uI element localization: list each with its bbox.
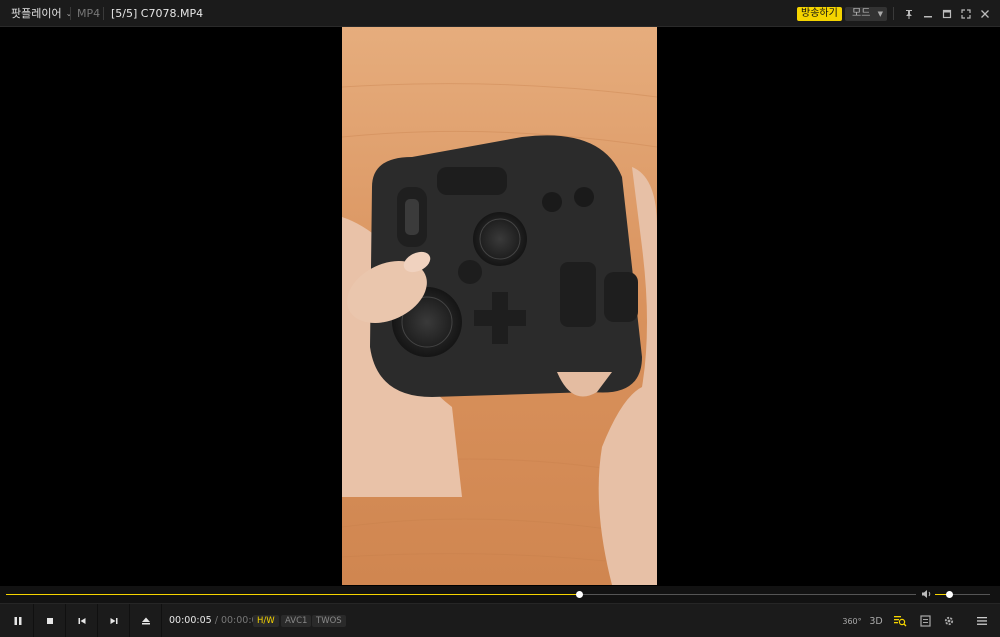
pin-icon[interactable] (900, 4, 918, 24)
time-separator: / (214, 615, 218, 626)
divider (70, 7, 71, 20)
document-icon (919, 615, 931, 627)
title-bar: 팟플레이어 ⌄ MP4 [5/5] C7078.MP4 방송하기 모드 ▼ (0, 0, 1000, 27)
video-frame (342, 27, 657, 585)
chapter-button[interactable] (916, 612, 934, 630)
seek-bar[interactable] (6, 591, 916, 598)
seek-bar-row (0, 586, 1000, 603)
menu-button[interactable] (973, 612, 991, 630)
mode-dropdown[interactable]: 모드 ▼ (845, 7, 887, 21)
current-time: 00:00:05 (169, 615, 212, 626)
list-search-icon (894, 616, 907, 627)
minimize-icon[interactable] (919, 4, 937, 24)
volume-slider[interactable] (935, 591, 990, 598)
app-menu-label: 팟플레이어 (11, 7, 62, 20)
3d-label: 3D (869, 615, 883, 627)
next-button[interactable] (98, 604, 130, 637)
stop-button[interactable] (34, 604, 66, 637)
vr-360-label: 360° (842, 616, 862, 626)
mode-label: 모드 (852, 8, 871, 19)
skip-previous-icon (78, 617, 85, 624)
seek-progress (6, 594, 580, 595)
video-content-image (342, 27, 657, 585)
playlist-position: [5/5] (111, 7, 138, 20)
pause-button[interactable] (2, 604, 34, 637)
video-area[interactable] (0, 27, 1000, 585)
divider (103, 7, 104, 20)
broadcast-button[interactable]: 방송하기 (797, 7, 842, 21)
divider (893, 7, 894, 20)
eject-icon (141, 617, 150, 624)
dropdown-arrow-icon: ▼ (877, 10, 883, 18)
gear-icon (944, 616, 954, 626)
maximize-icon[interactable] (938, 4, 956, 24)
3d-button[interactable]: 3D (867, 612, 885, 630)
file-title: [5/5] C7078.MP4 (111, 0, 203, 27)
file-name: C7078.MP4 (140, 7, 204, 20)
control-bar: 00:00:05 / 00:00:09 H/W AVC1 TWOS 360° 3… (0, 603, 1000, 637)
app-menu-button[interactable]: 팟플레이어 ⌄ (11, 0, 72, 27)
video-codec-badge[interactable]: AVC1 (281, 615, 312, 627)
chevron-down-icon: ⌄ (65, 9, 73, 18)
volume-icon[interactable] (921, 589, 932, 602)
hamburger-icon (977, 617, 987, 625)
playlist-search-button[interactable] (891, 612, 909, 630)
window-controls (886, 0, 994, 27)
fullscreen-icon[interactable] (957, 4, 975, 24)
close-icon[interactable] (976, 4, 994, 24)
volume-handle[interactable] (945, 591, 953, 598)
previous-button[interactable] (66, 604, 98, 637)
hw-decoder-badge[interactable]: H/W (253, 615, 279, 627)
time-display: 00:00:05 / 00:00:09 (169, 604, 264, 637)
audio-codec-badge[interactable]: TWOS (312, 615, 346, 627)
open-file-button[interactable] (130, 604, 162, 637)
skip-next-icon (110, 617, 117, 624)
settings-button[interactable] (940, 612, 958, 630)
stop-icon (46, 617, 53, 624)
vr-360-button[interactable]: 360° (842, 612, 862, 630)
pause-icon (14, 616, 21, 625)
seek-handle[interactable] (576, 591, 584, 598)
file-format-label: MP4 (77, 7, 101, 20)
